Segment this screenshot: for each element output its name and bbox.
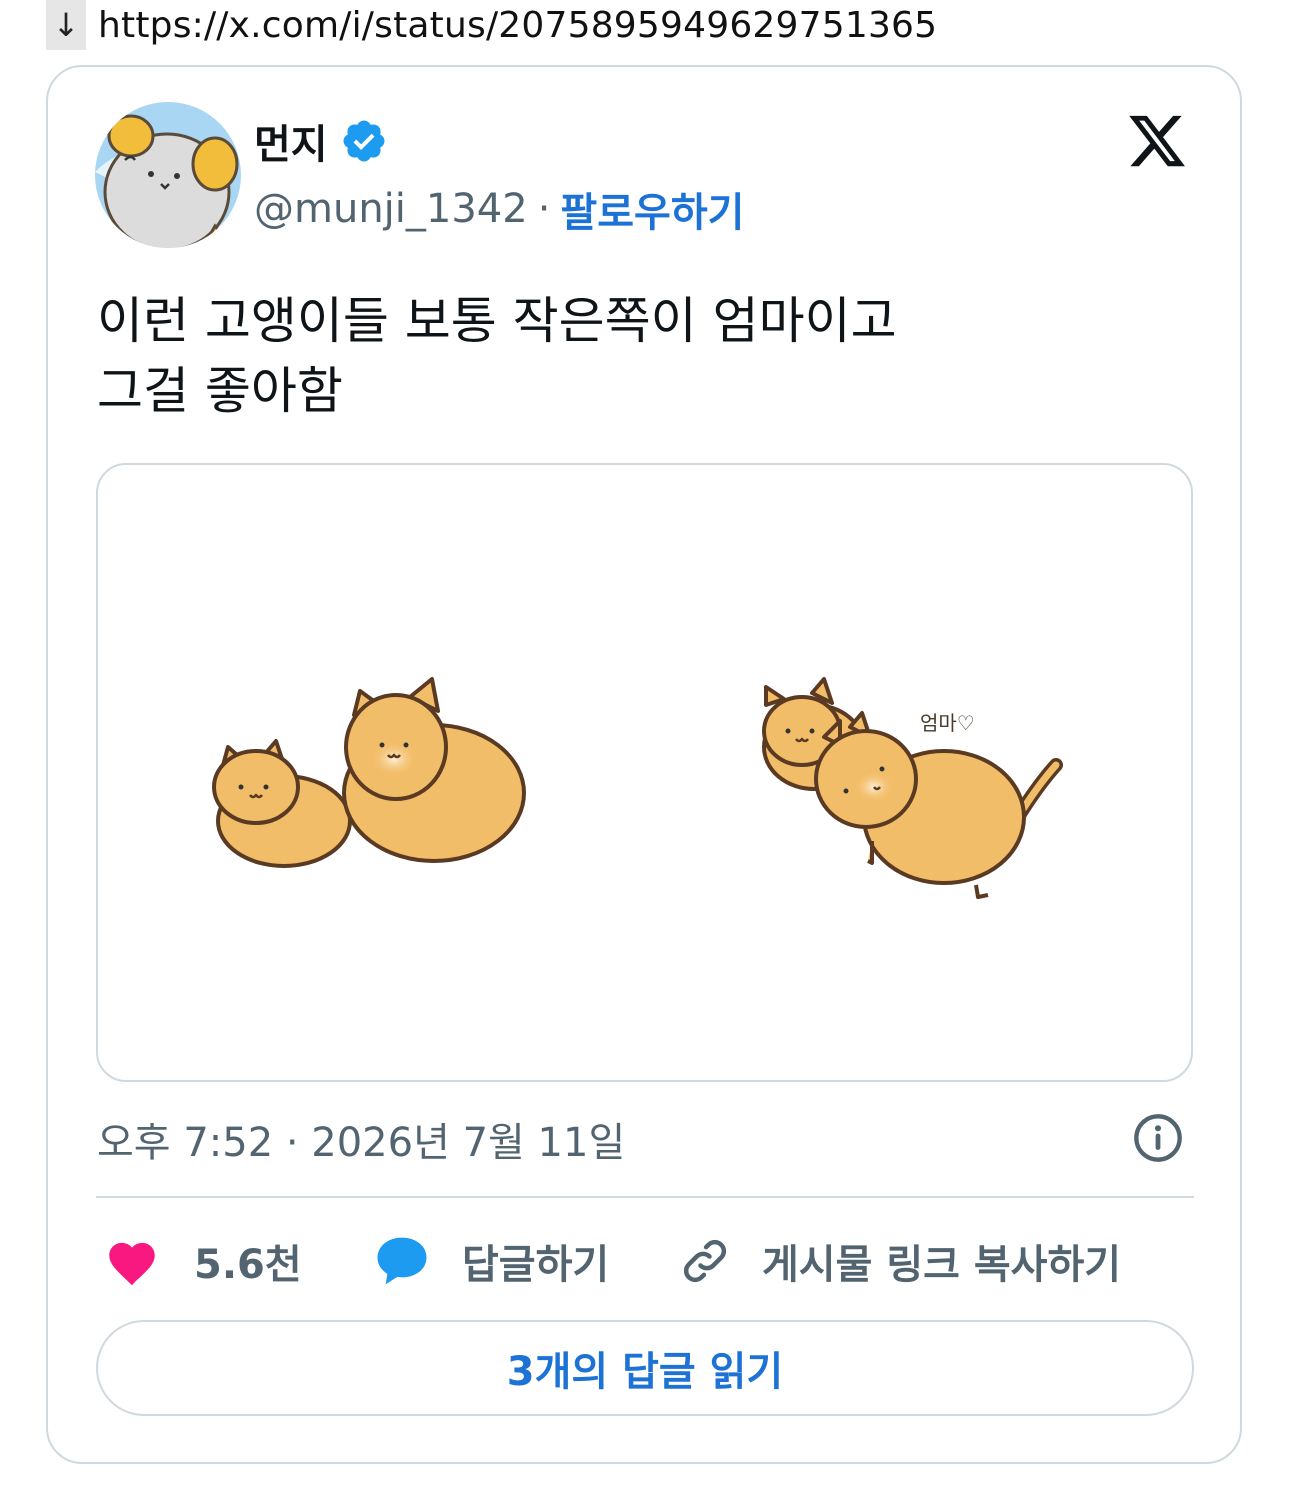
- handwritten-label: 엄마♡: [920, 711, 975, 735]
- url-text[interactable]: https://x.com/i/status/20758959496297513…: [98, 5, 937, 46]
- author-name[interactable]: 먼지: [254, 112, 328, 170]
- like-count: 5.6천: [194, 1242, 302, 1288]
- like-button[interactable]: 5.6천: [104, 1232, 302, 1290]
- tweet-media-image[interactable]: 엄마♡: [96, 463, 1193, 1082]
- follow-button[interactable]: 팔로우하기: [560, 180, 744, 238]
- heart-icon: [109, 1242, 155, 1286]
- divider: [96, 1196, 1194, 1198]
- cats-right: [762, 677, 1063, 899]
- info-icon[interactable]: [1132, 1112, 1184, 1164]
- small-cat-left: [212, 739, 352, 868]
- tweet-text-line-1: 이런 고앵이들 보통 작은쪽이 엄마이고: [97, 292, 897, 350]
- reply-label: 답글하기: [462, 1242, 610, 1288]
- big-cat-left: [342, 677, 526, 863]
- x-logo-icon[interactable]: [1124, 110, 1190, 172]
- down-arrow-icon[interactable]: ↓: [46, 0, 86, 50]
- author-handle[interactable]: @munji_1342: [254, 186, 528, 232]
- reply-bubble-icon: [377, 1237, 427, 1285]
- reply-button[interactable]: 답글하기: [374, 1232, 609, 1290]
- read-replies-button[interactable]: 3개의 답글 읽기: [96, 1320, 1194, 1416]
- author-handle-row: @munji_1342 · 팔로우하기: [254, 180, 744, 238]
- avatar[interactable]: [95, 102, 241, 248]
- link-icon: [683, 1239, 727, 1283]
- verified-badge-icon: [343, 120, 385, 162]
- copy-link-button[interactable]: 게시물 링크 복사하기: [678, 1232, 1121, 1290]
- separator-dot: ·: [537, 186, 551, 232]
- copy-link-label: 게시물 링크 복사하기: [762, 1242, 1122, 1288]
- tweet-text-line-2: 그걸 좋아함: [97, 362, 343, 420]
- url-bar[interactable]: ↓ https://x.com/i/status/207589594962975…: [46, 0, 937, 50]
- tweet-timestamp[interactable]: 오후 7:52 · 2026년 7월 11일: [97, 1110, 625, 1168]
- tweet-text: 이런 고앵이들 보통 작은쪽이 엄마이고 그걸 좋아함: [97, 286, 897, 426]
- author-name-row: 먼지: [254, 112, 388, 170]
